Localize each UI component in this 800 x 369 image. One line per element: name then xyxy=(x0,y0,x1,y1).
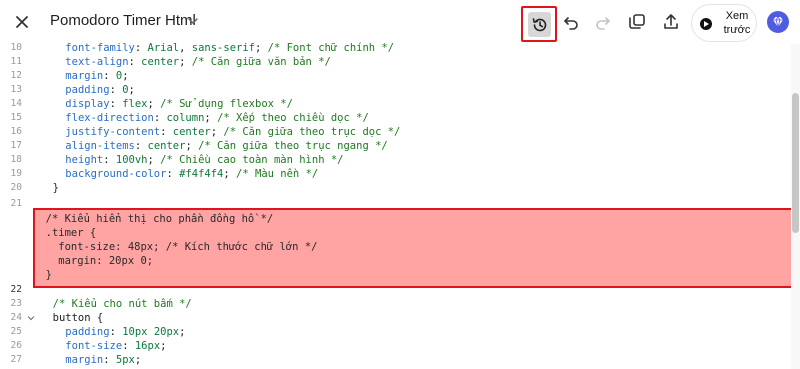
highlighted-code-line: } xyxy=(33,269,52,281)
line-number: 11 xyxy=(10,56,22,67)
close-button[interactable] xyxy=(12,12,32,32)
code-text: font-size: 16px; xyxy=(65,340,167,352)
code-text: height: 100vh; /* Chiều cao toàn màn hìn… xyxy=(65,154,344,166)
code-line[interactable]: 25 padding: 10px 20px; xyxy=(0,325,790,339)
code-line[interactable]: 16 justify-content: center; /* Căn giữa … xyxy=(0,125,790,139)
code-text: /* Kiểu cho nút bấm */ xyxy=(52,298,192,310)
highlighted-code-line: .timer { xyxy=(33,227,97,239)
code-text: align-items: center; /* Căn giữa theo tr… xyxy=(65,140,388,152)
code-text: font-family: Arial, sans-serif; /* Font … xyxy=(65,42,395,54)
line-number: 20 xyxy=(10,182,22,193)
line-number: 12 xyxy=(10,70,22,81)
code-line[interactable]: 11 text-align: center; /* Căn giữa văn b… xyxy=(0,55,790,69)
line-number: 27 xyxy=(10,354,22,365)
code-line[interactable]: 18 height: 100vh; /* Chiều cao toàn màn … xyxy=(0,153,790,167)
code-line[interactable]: 26 font-size: 16px; xyxy=(0,339,790,353)
code-text: background-color: #f4f4f4; /* Màu nền */ xyxy=(65,168,319,180)
line-number: 19 xyxy=(10,168,22,179)
code-text: margin: 0; xyxy=(65,70,129,82)
code-text: } xyxy=(40,182,59,194)
line-number: 15 xyxy=(10,112,22,123)
code-text: padding: 10px 20px; xyxy=(65,326,186,338)
undo-button[interactable] xyxy=(559,10,583,34)
highlighted-code-line: margin: 20px 0; xyxy=(33,255,154,267)
top-toolbar: Pomodoro Timer Html Xem trước xyxy=(0,0,800,44)
code-line[interactable]: 20 } xyxy=(0,181,790,195)
line-number: 16 xyxy=(10,126,22,137)
gem-icon xyxy=(773,16,783,29)
line-number: 10 xyxy=(10,42,22,53)
highlighted-code-line: /* Kiểu hiển thị cho phần đồng hồ */ xyxy=(33,213,274,225)
title-dropdown-button[interactable] xyxy=(186,14,200,28)
preview-button[interactable]: Xem trước xyxy=(691,4,757,42)
history-highlight-box xyxy=(521,6,557,42)
redo-icon xyxy=(596,17,610,30)
line-number: 22 xyxy=(10,284,22,295)
share-button[interactable] xyxy=(659,10,683,34)
duplicate-button[interactable] xyxy=(625,10,649,34)
code-editor[interactable]: 10 font-family: Arial, sans-serif; /* Fo… xyxy=(0,41,800,369)
code-text: margin: 5px; xyxy=(65,354,142,366)
line-number: 26 xyxy=(10,340,22,351)
code-line[interactable]: 13 padding: 0; xyxy=(0,83,790,97)
scrollbar-thumb[interactable] xyxy=(792,93,799,233)
code-line[interactable]: 27 margin: 5px; xyxy=(0,353,790,367)
play-icon xyxy=(700,18,712,30)
share-icon xyxy=(664,14,678,29)
code-line[interactable]: 19 background-color: #f4f4f4; /* Màu nền… xyxy=(0,167,790,181)
code-text: flex-direction: column; /* Xếp theo chiề… xyxy=(65,112,369,124)
code-line[interactable]: 12 margin: 0; xyxy=(0,69,790,83)
line-number: 25 xyxy=(10,326,22,337)
chevron-down-icon xyxy=(188,18,198,25)
document-title[interactable]: Pomodoro Timer Html xyxy=(50,12,196,29)
line-number: 13 xyxy=(10,84,22,95)
line-number: 18 xyxy=(10,154,22,165)
code-text: display: flex; /* Sử dụng flexbox */ xyxy=(65,98,293,110)
line-number: 23 xyxy=(10,298,22,309)
redo-button[interactable] xyxy=(591,10,615,34)
duplicate-icon xyxy=(629,14,645,29)
code-line[interactable]: 23 /* Kiểu cho nút bấm */ xyxy=(0,297,790,311)
line-number: 21 xyxy=(10,198,22,209)
line-number: 17 xyxy=(10,140,22,151)
line-number: 14 xyxy=(10,98,22,109)
fold-chevron-icon[interactable] xyxy=(27,314,35,322)
code-text: text-align: center; /* Căn giữa văn bản … xyxy=(65,56,331,68)
history-icon xyxy=(532,17,546,31)
undo-icon xyxy=(564,17,578,30)
line-number: 24 xyxy=(10,312,22,323)
preview-label: Xem trước xyxy=(723,10,751,36)
history-button[interactable] xyxy=(528,12,551,37)
premium-button[interactable] xyxy=(767,11,789,33)
code-line[interactable]: 15 flex-direction: column; /* Xếp theo c… xyxy=(0,111,790,125)
code-line[interactable]: 10 font-family: Arial, sans-serif; /* Fo… xyxy=(0,41,790,55)
close-icon xyxy=(16,16,28,28)
highlighted-code-line: font-size: 48px; /* Kích thước chữ lớn *… xyxy=(33,241,318,253)
code-line[interactable]: 17 align-items: center; /* Căn giữa theo… xyxy=(0,139,790,153)
code-text: button { xyxy=(40,312,104,324)
code-text: padding: 0; xyxy=(65,84,135,96)
code-line[interactable]: 24 button { xyxy=(0,311,790,325)
code-line[interactable]: 14 display: flex; /* Sử dụng flexbox */ xyxy=(0,97,790,111)
code-text: justify-content: center; /* Căn giữa the… xyxy=(65,126,401,138)
